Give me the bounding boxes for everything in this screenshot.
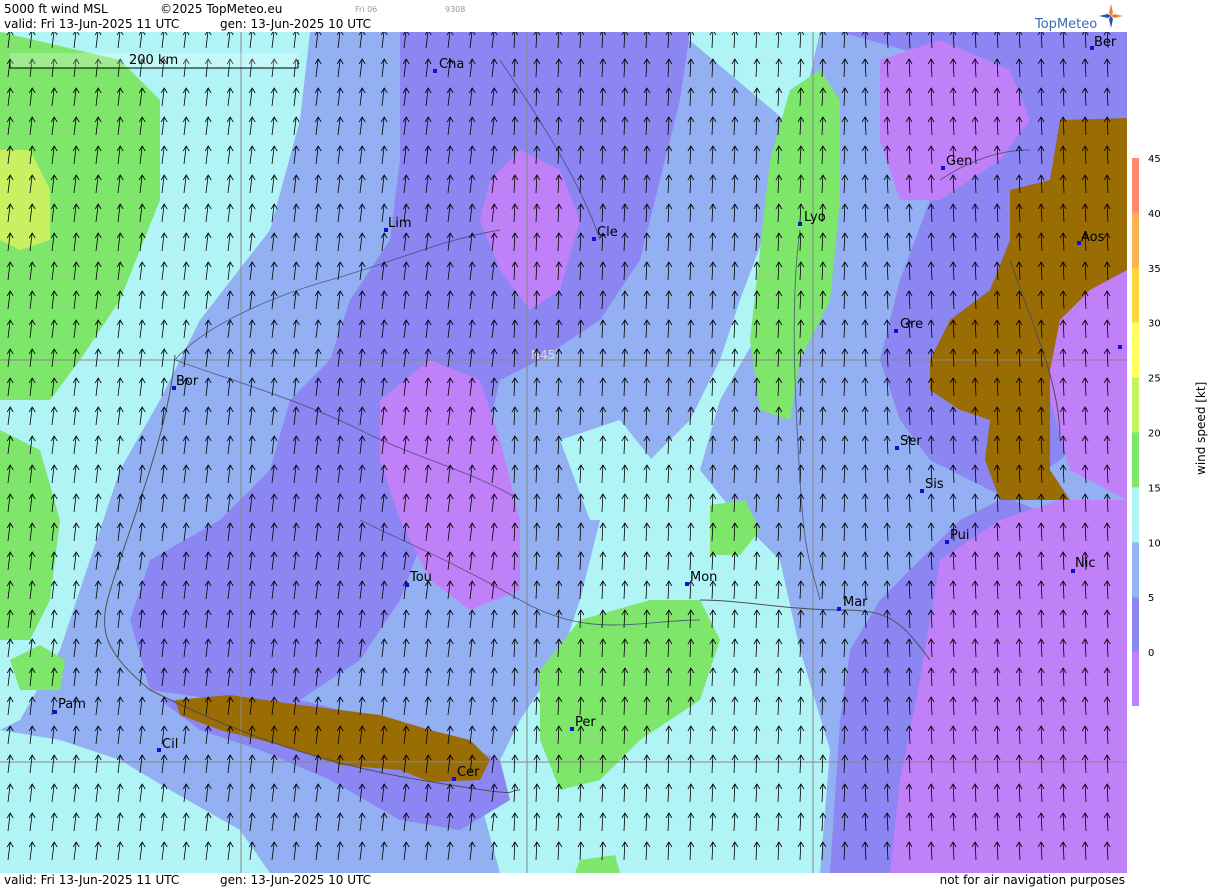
legend-color-band [1132, 432, 1139, 488]
legend-tick-label: 20 [1148, 429, 1161, 440]
legend-tick-label: 10 [1148, 538, 1161, 549]
legend-color-band [1132, 597, 1139, 653]
city-label: Tou [409, 570, 432, 585]
legend-tick-label: 35 [1148, 264, 1161, 275]
legend-tick-label: 5 [1148, 593, 1154, 604]
city-label: Cle [597, 225, 618, 240]
city-label: Ser [900, 434, 922, 449]
valid-time: valid: Fri 13-Jun-2025 11 UTC [4, 17, 180, 31]
day-code: Fri 06 [355, 5, 378, 14]
legend-color-band [1132, 542, 1139, 598]
legend-tick-label: 30 [1148, 319, 1161, 330]
run-code: 9308 [445, 5, 466, 14]
legend-color-band [1132, 322, 1139, 378]
legend-tick-label: 45 [1148, 154, 1161, 165]
city-label: Per [575, 715, 596, 730]
legend-tick-label: 40 [1148, 209, 1161, 220]
city-label: Lim [388, 216, 412, 231]
copyright-text: ©2025 TopMeteo.eu [160, 2, 283, 16]
city-label: Aos [1081, 230, 1105, 245]
legend-color-band [1132, 267, 1139, 323]
city-label: Cil [162, 737, 178, 752]
city-label: Nic [1075, 556, 1095, 571]
generated-time: gen: 13-Jun-2025 10 UTC [220, 17, 372, 31]
city-label: Cer [457, 765, 480, 780]
wind-map[interactable]: N45 Cha Ber Lim Cle Lyo Gen Aos Gre Bor … [0, 32, 1127, 873]
legend-color-band [1132, 377, 1139, 433]
scale-bar: 200 km [9, 53, 299, 69]
brand-name: TopMeteo [1035, 17, 1098, 32]
city-label: Lyo [804, 210, 826, 225]
city-label: Cha [439, 57, 464, 72]
legend-panel: 45 40 35 30 25 20 15 10 5 0 wind speed [kt] [1127, 0, 1219, 887]
footer-valid: valid: Fri 13-Jun-2025 11 UTC [4, 873, 180, 887]
city-label: Pam [58, 697, 86, 712]
footer-bar: valid: Fri 13-Jun-2025 11 UTC gen: 13-Ju… [0, 873, 1127, 887]
latitude-label: N45 [531, 348, 555, 362]
city-label: Sis [925, 477, 944, 492]
legend-color-band [1132, 158, 1139, 213]
legend-color-band [1132, 212, 1139, 268]
city-label: Bor [176, 374, 199, 389]
topmeteo-logo[interactable]: TopMeteo [1033, 2, 1125, 32]
footer-generated: gen: 13-Jun-2025 10 UTC [220, 873, 372, 887]
city-label: Gre [900, 317, 923, 332]
scale-label: 200 km [129, 53, 178, 68]
legend-unit-label: wind speed [kt] [1194, 382, 1208, 475]
map-title: 5000 ft wind MSL [4, 2, 108, 16]
footer-disclaimer: not for air navigation purposes [939, 873, 1125, 887]
legend-colorbar: 45 40 35 30 25 20 15 10 5 0 wind speed [kt] [1132, 154, 1208, 706]
legend-tick-label: 0 [1148, 648, 1154, 659]
city-label: Mon [690, 570, 717, 585]
legend-tick-label: 15 [1148, 483, 1161, 494]
legend-color-band [1132, 487, 1139, 543]
legend-tick-label: 25 [1148, 374, 1161, 385]
city-label: Pui [950, 528, 969, 543]
legend-color-band [1132, 652, 1139, 706]
city-label: Mar [843, 595, 868, 610]
city-label: Gen [946, 154, 972, 169]
city-label: Ber [1094, 35, 1117, 50]
map-canvas: N45 Cha Ber Lim Cle Lyo Gen Aos Gre Bor … [0, 32, 1127, 873]
